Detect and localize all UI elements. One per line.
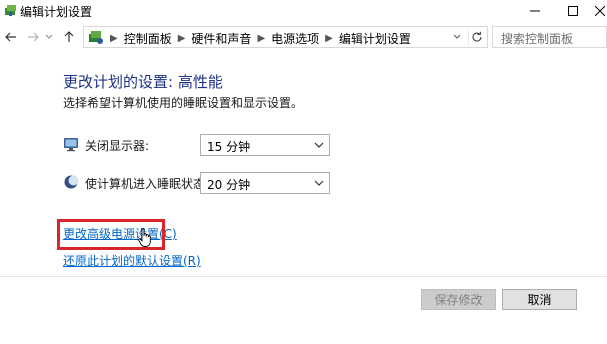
maximize-icon: [568, 6, 578, 16]
breadcrumb-separator-icon[interactable]: ▶: [325, 33, 333, 44]
chevron-down-icon: [453, 34, 461, 39]
back-button[interactable]: [2, 27, 20, 47]
forward-button[interactable]: [24, 27, 42, 47]
arrow-up-icon: [64, 31, 74, 42]
minimize-icon: [530, 10, 540, 12]
breadcrumb-item-power-options[interactable]: 电源选项: [271, 30, 319, 47]
footer-divider: [0, 276, 607, 277]
refresh-icon: [471, 31, 482, 42]
sleep-label: 使计算机进入睡眠状态:: [85, 177, 210, 191]
page-title: 更改计划的设置: 高性能: [63, 73, 223, 91]
power-options-icon: [5, 5, 16, 16]
navigation-bar: ▶ 控制面板 ▶ 硬件和声音 ▶ 电源选项 ▶ 编辑计划设置 搜索控制面板: [0, 25, 607, 49]
chevron-down-icon: [314, 180, 324, 186]
hand-cursor-icon: [138, 228, 151, 247]
search-input[interactable]: 搜索控制面板: [492, 26, 607, 48]
breadcrumb-separator-icon[interactable]: ▶: [178, 33, 186, 44]
display-off-label: 关闭显示器:: [85, 139, 150, 153]
monitor-icon: [64, 138, 78, 152]
sleep-value: 20 分钟: [207, 178, 251, 192]
control-panel-icon: [89, 31, 103, 44]
up-button[interactable]: [60, 27, 78, 47]
recent-locations-button[interactable]: [44, 27, 54, 47]
display-off-value: 15 分钟: [207, 140, 251, 154]
display-off-select[interactable]: 15 分钟: [200, 134, 330, 156]
page-subtitle: 选择希望计算机使用的睡眠设置和显示设置。: [63, 96, 304, 110]
address-history-button[interactable]: [450, 30, 464, 44]
refresh-button[interactable]: [468, 29, 484, 45]
breadcrumb-separator-icon[interactable]: ▶: [257, 33, 265, 44]
breadcrumb-item-hardware-sound[interactable]: 硬件和声音: [191, 30, 251, 47]
restore-defaults-link[interactable]: 还原此计划的默认设置(R): [63, 252, 201, 269]
title-bar: 编辑计划设置: [0, 0, 607, 22]
address-bar[interactable]: ▶ 控制面板 ▶ 硬件和声音 ▶ 电源选项 ▶ 编辑计划设置: [83, 26, 488, 48]
maximize-button[interactable]: [550, 0, 596, 22]
cancel-button[interactable]: 取消: [502, 289, 577, 310]
chevron-down-icon: [314, 142, 324, 148]
moon-sleep-icon: [64, 175, 79, 189]
arrow-right-icon: [28, 32, 39, 42]
close-button[interactable]: [592, 0, 607, 22]
window-title: 编辑计划设置: [20, 5, 93, 19]
close-icon: [594, 6, 605, 16]
chevron-down-icon: [45, 34, 53, 39]
save-changes-button[interactable]: 保存修改: [421, 289, 496, 310]
breadcrumb-item-control-panel[interactable]: 控制面板: [124, 30, 172, 47]
sleep-select[interactable]: 20 分钟: [200, 172, 330, 194]
breadcrumb-item-edit-plan[interactable]: 编辑计划设置: [339, 30, 411, 47]
breadcrumb-separator-icon: ▶: [110, 33, 118, 44]
search-placeholder: 搜索控制面板: [501, 32, 574, 46]
breadcrumb: ▶ 控制面板 ▶ 硬件和声音 ▶ 电源选项 ▶ 编辑计划设置: [108, 30, 411, 47]
arrow-left-icon: [5, 32, 16, 42]
